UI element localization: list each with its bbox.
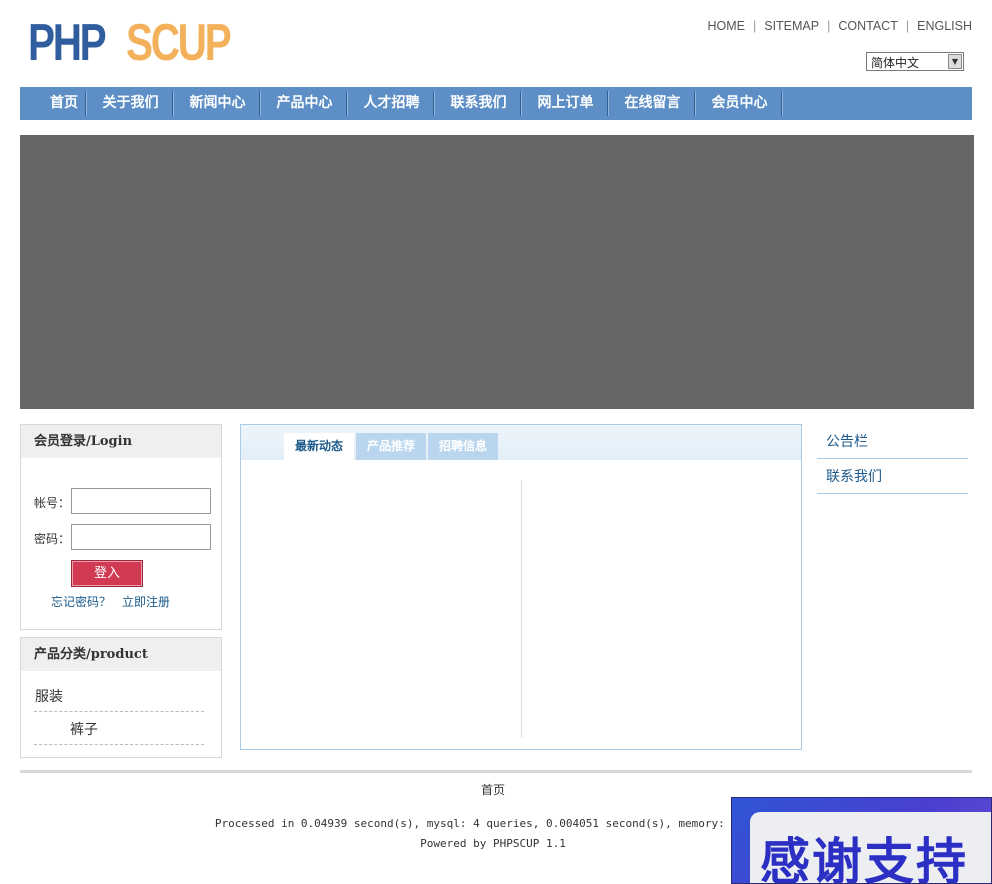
nav-divider [607,91,609,116]
logo-text-php: PHP [28,14,107,72]
top-link-sitemap[interactable]: SITEMAP [764,19,819,33]
nav-item-about[interactable]: 关于我们 [88,87,173,120]
login-panel-title: 会员登录/Login [21,425,221,458]
top-link-home[interactable]: HOME [707,19,745,33]
chevron-down-icon[interactable]: ▼ [948,54,962,69]
divider [34,744,204,745]
nav-divider [694,91,696,116]
login-button[interactable]: 登入 [71,560,143,587]
nav-divider [433,91,435,116]
nav-item-members[interactable]: 会员中心 [697,87,782,120]
footer-divider [20,770,972,773]
password-input[interactable] [71,524,211,550]
separator: | [827,19,831,33]
nav-item-news[interactable]: 新闻中心 [175,87,260,120]
footer-home-link[interactable]: 首页 [0,781,986,798]
nav-divider [259,91,261,116]
separator: | [905,19,910,33]
tab-recommended-products[interactable]: 产品推荐 [356,433,426,460]
content-divider [521,480,522,738]
tab-latest-news[interactable]: 最新动态 [284,433,354,460]
nav-item-products[interactable]: 产品中心 [262,87,347,120]
nav-divider [346,91,348,116]
category-item[interactable]: 服装 [35,686,63,706]
account-input[interactable] [71,488,211,514]
nav-item-contact[interactable]: 联系我们 [436,87,521,120]
top-links: HOME | SITEMAP | CONTACT | ENGLISH [707,19,972,33]
subcategory-item[interactable]: 裤子 [70,719,98,739]
sidebar-item-contact-us[interactable]: 联系我们 [817,460,968,494]
divider [34,711,204,712]
site-logo[interactable]: PHP SCUP [28,14,258,72]
tab-job-info[interactable]: 招聘信息 [428,433,498,460]
account-label: 帐号： [34,496,71,510]
main-nav: 首页 关于我们 新闻中心 产品中心 人才招聘 联系我们 网上订单 在线留言 会员… [20,87,972,120]
product-panel-title: 产品分类/product [21,638,221,671]
logo-text-scup: SCUP [125,14,232,72]
top-link-english[interactable]: ENGLISH [917,19,972,33]
thanks-badge-text: 感谢支持 [760,833,968,884]
nav-item-home[interactable]: 首页 [40,87,88,120]
nav-item-jobs[interactable]: 人才招聘 [349,87,434,120]
separator: | [752,19,757,33]
language-select[interactable]: 简体中文 ▼ [866,52,964,71]
banner-area [20,135,974,409]
nav-divider [520,91,522,116]
password-label: 密码： [34,532,71,546]
thanks-badge: 感谢支持 [731,797,992,884]
nav-divider [781,91,783,116]
forgot-password-link[interactable]: 忘记密码？ [51,593,111,610]
top-link-contact[interactable]: CONTACT [838,19,898,33]
register-link[interactable]: 立即注册 [122,593,170,610]
nav-item-orders[interactable]: 网上订单 [523,87,608,120]
nav-item-messages[interactable]: 在线留言 [610,87,695,120]
sidebar-item-notice-board[interactable]: 公告栏 [817,425,968,459]
language-select-value: 简体中文 [871,56,920,70]
nav-divider [85,91,87,116]
nav-divider [172,91,174,116]
